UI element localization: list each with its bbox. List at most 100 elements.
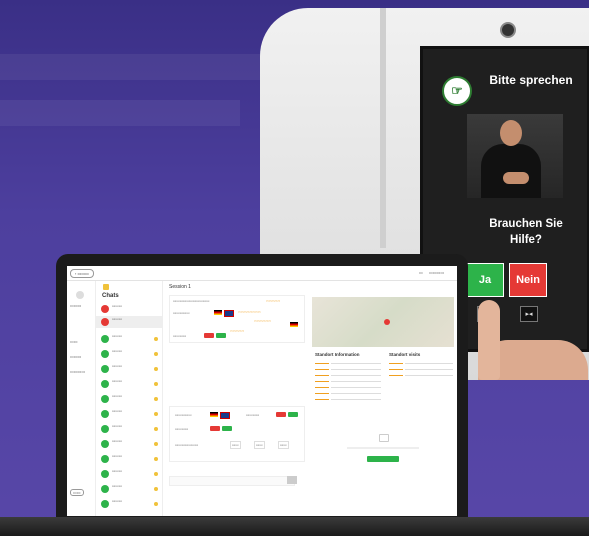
uk-flag-icon[interactable] bbox=[220, 412, 230, 419]
status-dot bbox=[101, 305, 109, 313]
chat-label: ▭▭▭ bbox=[112, 424, 122, 428]
nav-item-history[interactable]: ▭▭▭ bbox=[70, 354, 81, 359]
list-item[interactable]: ▭▭▭ bbox=[96, 408, 162, 420]
status-dot bbox=[101, 485, 109, 493]
list-item[interactable]: ▭▭▭ bbox=[96, 468, 162, 480]
list-item[interactable]: ▭▭▭ bbox=[96, 438, 162, 450]
no-toggle[interactable] bbox=[204, 333, 214, 338]
kiosk-prompt: Bitte sprechen bbox=[489, 73, 573, 87]
laptop-base bbox=[0, 517, 589, 536]
list-item[interactable]: ▭▭▭ bbox=[96, 333, 162, 345]
send-button[interactable] bbox=[287, 476, 297, 484]
note: ▭▭▭▭▭ bbox=[230, 329, 245, 333]
no-button[interactable]: Nein bbox=[509, 263, 547, 297]
message-input[interactable] bbox=[169, 476, 295, 486]
nav-item-chats[interactable]: ▭▭ bbox=[70, 339, 78, 344]
option-box[interactable]: ▭▭ bbox=[278, 441, 289, 449]
list-item[interactable]: ▭▭▭ bbox=[96, 393, 162, 405]
list-item[interactable]: ▭▭▭ bbox=[96, 378, 162, 390]
german-flag-icon[interactable] bbox=[210, 412, 218, 417]
chat-list: Chats ▭▭▭ ▭▭▭ ▭▭▭ ▭▭▭ ▭▭▭ ▭▭▭ ▭▭▭ ▭▭▭ ▭▭… bbox=[96, 281, 163, 516]
chat-label: ▭▭▭ bbox=[112, 484, 122, 488]
chat-label: ▭▭▭ bbox=[112, 454, 122, 458]
yes-toggle[interactable] bbox=[288, 412, 298, 417]
section-title: Session 1 bbox=[169, 284, 191, 290]
info-value bbox=[331, 363, 381, 364]
sign-language-video bbox=[467, 114, 563, 198]
info-value bbox=[331, 399, 381, 400]
row-label: ▭▭▭▭ bbox=[173, 334, 187, 338]
list-item[interactable]: ▭▭▭ bbox=[96, 303, 162, 315]
note: ▭▭▭▭▭▭ bbox=[254, 319, 272, 323]
start-video-button[interactable] bbox=[367, 456, 399, 462]
status-dot bbox=[101, 470, 109, 478]
interpreter-hands bbox=[503, 172, 529, 184]
back-button[interactable]: ‹ ▭▭▭ bbox=[70, 269, 94, 278]
interpreter-head bbox=[500, 120, 522, 146]
chat-label: ▭▭▭ bbox=[112, 349, 122, 353]
info-key bbox=[315, 393, 329, 394]
info-key bbox=[315, 375, 329, 376]
list-item[interactable]: ▭▭▭ bbox=[96, 498, 162, 510]
nav-item-settings[interactable]: ▭▭▭▭ bbox=[70, 369, 85, 374]
user-finger bbox=[478, 300, 500, 380]
info-key bbox=[315, 363, 329, 364]
german-flag-icon[interactable] bbox=[290, 322, 298, 327]
info-value bbox=[331, 381, 381, 382]
info-value bbox=[331, 369, 381, 370]
flag-badge bbox=[154, 487, 158, 491]
status-dot bbox=[101, 500, 109, 508]
flag-badge bbox=[154, 412, 158, 416]
yes-toggle[interactable] bbox=[222, 426, 232, 431]
list-item[interactable]: ▭▭▭ bbox=[96, 363, 162, 375]
flag-badge bbox=[154, 337, 158, 341]
language-indicator[interactable]: ▭ bbox=[419, 270, 423, 275]
note: ▭▭▭▭▭ bbox=[266, 299, 281, 303]
chat-label: ▭▭▭ bbox=[112, 364, 122, 368]
flag-badge bbox=[154, 457, 158, 461]
list-item[interactable]: ▭▭▭ bbox=[96, 423, 162, 435]
note: ▭▭▭▭▭▭▭▭ bbox=[238, 310, 261, 314]
row-label: ▭▭▭▭▭ bbox=[173, 311, 190, 315]
status-dot bbox=[101, 395, 109, 403]
status-dot bbox=[101, 318, 109, 326]
user-menu[interactable]: ▭▭▭▭ bbox=[429, 270, 444, 275]
flag-badge bbox=[154, 427, 158, 431]
visit-key bbox=[389, 375, 403, 376]
interpreter-body bbox=[481, 144, 541, 198]
uk-flag-icon[interactable] bbox=[224, 310, 234, 317]
logout-button[interactable]: ▭▭ bbox=[70, 489, 84, 496]
visit-value bbox=[405, 369, 453, 370]
chat-icon bbox=[103, 284, 109, 290]
video-camera-icon bbox=[379, 434, 389, 442]
list-item[interactable]: ▭▭▭ bbox=[96, 316, 162, 328]
yes-toggle[interactable] bbox=[216, 333, 226, 338]
conversation-panel: ▭▭▭▭▭▭▭▭▭▭▭ ▭▭▭▭▭ ▭▭▭▭▭ ▭▭▭▭▭▭▭▭ ▭▭▭▭▭▭ … bbox=[169, 295, 305, 343]
no-toggle[interactable] bbox=[210, 426, 220, 431]
status-dot bbox=[101, 365, 109, 373]
list-item[interactable]: ▭▭▭ bbox=[96, 453, 162, 465]
info-key bbox=[315, 399, 329, 400]
row-label: ▭▭▭▭▭ bbox=[175, 413, 192, 417]
chat-label: ▭▭▭ bbox=[112, 379, 122, 383]
user-name: ▭▭▭ bbox=[70, 303, 82, 308]
location-map[interactable] bbox=[312, 297, 454, 347]
kiosk-seam bbox=[380, 8, 386, 248]
yes-button[interactable]: Ja bbox=[466, 263, 504, 297]
chat-label: ▭▭▭ bbox=[112, 439, 122, 443]
row-label: ▭▭▭▭ bbox=[175, 427, 189, 431]
option-box[interactable]: ▭▭ bbox=[254, 441, 265, 449]
row-label: ▭▭▭▭▭▭▭▭▭▭▭ bbox=[173, 299, 210, 303]
status-dot bbox=[101, 440, 109, 448]
status-dot bbox=[101, 425, 109, 433]
list-item[interactable]: ▭▭▭ bbox=[96, 483, 162, 495]
pause-icon[interactable]: ▸◂ bbox=[520, 306, 538, 322]
chat-label: ▭▭▭ bbox=[112, 334, 122, 338]
chats-title: Chats bbox=[102, 293, 119, 299]
option-box[interactable]: ▭▭ bbox=[230, 441, 241, 449]
list-item[interactable]: ▭▭▭ bbox=[96, 348, 162, 360]
german-flag-icon[interactable] bbox=[214, 310, 222, 315]
visit-key bbox=[389, 369, 403, 370]
no-toggle[interactable] bbox=[276, 412, 286, 417]
chat-label: ▭▭▭ bbox=[112, 499, 122, 503]
